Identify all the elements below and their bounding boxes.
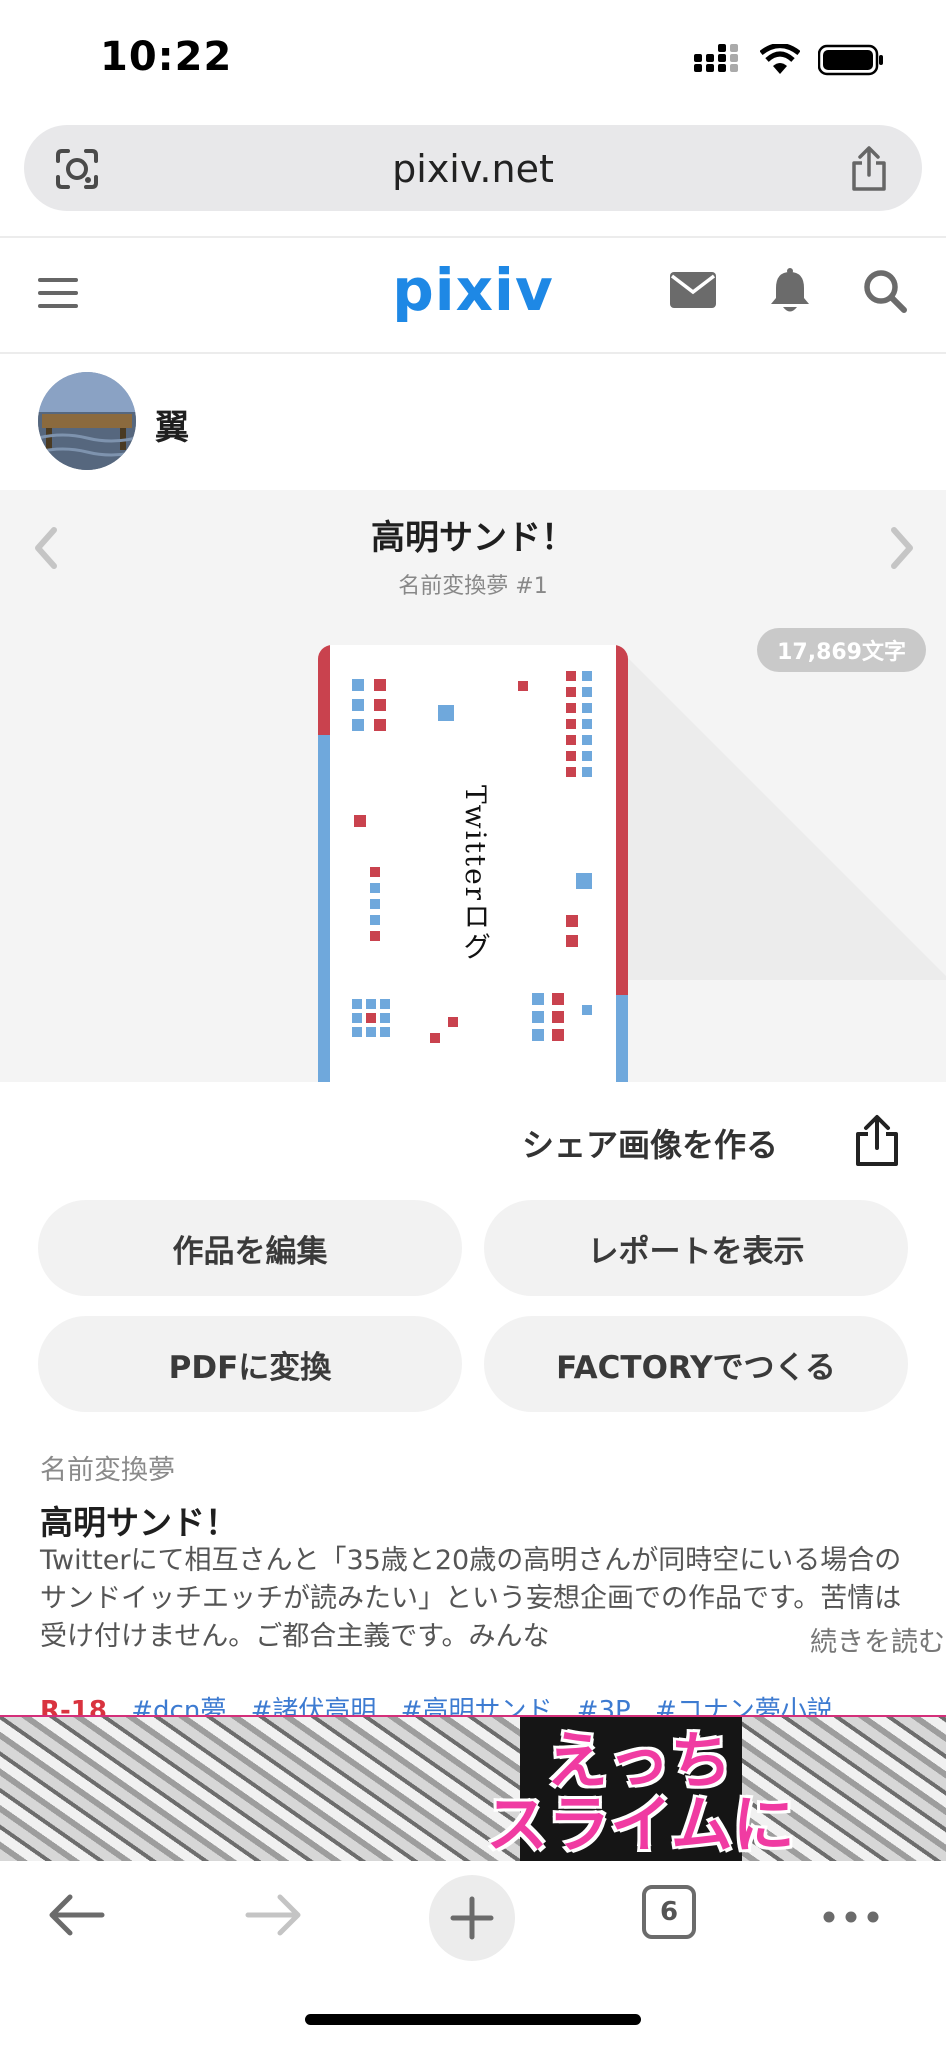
- tag-link[interactable]: #コナン夢小説: [655, 1696, 833, 1716]
- tag-link[interactable]: #高明サンド: [401, 1696, 553, 1716]
- ad-text-line: えっち: [546, 1724, 733, 1797]
- back-arrow-icon[interactable]: [46, 1893, 106, 1941]
- view-report-button[interactable]: レポートを表示: [484, 1200, 908, 1296]
- caption-series-link[interactable]: 名前変換夢: [40, 1448, 175, 1487]
- share-icon[interactable]: [848, 145, 890, 197]
- character-count-badge: 17,869文字: [757, 628, 926, 672]
- tag-link[interactable]: #諸伏高明: [251, 1696, 377, 1716]
- status-icons: [694, 44, 884, 76]
- url-text[interactable]: pixiv.net: [24, 147, 922, 191]
- novel-cover[interactable]: Twitterログ: [318, 645, 628, 1082]
- author-name[interactable]: 翼: [155, 400, 189, 449]
- forward-arrow-icon[interactable]: [244, 1893, 304, 1941]
- cover-title: Twitterログ: [459, 785, 492, 963]
- series-label[interactable]: 名前変換夢 #1: [0, 568, 946, 600]
- ad-text: えっち スライムに: [486, 1729, 795, 1857]
- plus-icon: [450, 1896, 494, 1940]
- read-more-link[interactable]: 続きを読む: [760, 1620, 945, 1659]
- share-upload-icon[interactable]: [852, 1114, 902, 1172]
- notification-bell-icon[interactable]: [768, 268, 812, 318]
- wifi-icon: [760, 44, 800, 74]
- status-time: 10:22: [100, 34, 233, 80]
- search-icon[interactable]: [862, 268, 908, 318]
- cellular-signal-icon: [694, 44, 738, 72]
- ad-text-line: スライムに: [486, 1788, 795, 1861]
- tag-link[interactable]: #3P: [577, 1696, 631, 1716]
- battery-icon: [818, 44, 883, 76]
- ad-banner[interactable]: えっち スライムに: [0, 1715, 946, 1863]
- more-icon[interactable]: [822, 1909, 880, 1928]
- divider: [0, 352, 946, 354]
- tag-r18[interactable]: R-18: [40, 1696, 107, 1716]
- tag-list: R-18 #dcn夢 #諸伏高明 #高明サンド #3P #コナン夢小説: [40, 1690, 940, 1716]
- factory-button[interactable]: FACTORYでつくる: [484, 1316, 908, 1412]
- edit-work-button[interactable]: 作品を編集: [38, 1200, 462, 1296]
- mail-icon[interactable]: [670, 272, 716, 312]
- convert-pdf-button[interactable]: PDFに変換: [38, 1316, 462, 1412]
- home-indicator: [305, 2014, 641, 2025]
- share-image-button[interactable]: シェア画像を作る: [522, 1120, 778, 1166]
- cover-shadow: [620, 650, 946, 980]
- tab-switcher-button[interactable]: 6: [642, 1885, 696, 1939]
- tag-link[interactable]: #dcn夢: [131, 1696, 226, 1716]
- caption-title: 高明サンド！: [40, 1503, 238, 1542]
- url-bar[interactable]: pixiv.net: [24, 125, 922, 211]
- work-cover-area: 高明サンド！ 名前変換夢 #1 17,869文字 Twitterログ: [0, 490, 946, 1082]
- next-work-icon[interactable]: [890, 526, 916, 574]
- browser-toolbar: 6: [0, 1861, 946, 2048]
- work-title: 高明サンド！: [371, 518, 575, 558]
- author-avatar[interactable]: [38, 372, 136, 470]
- divider: [0, 236, 946, 238]
- new-tab-button[interactable]: [429, 1875, 515, 1961]
